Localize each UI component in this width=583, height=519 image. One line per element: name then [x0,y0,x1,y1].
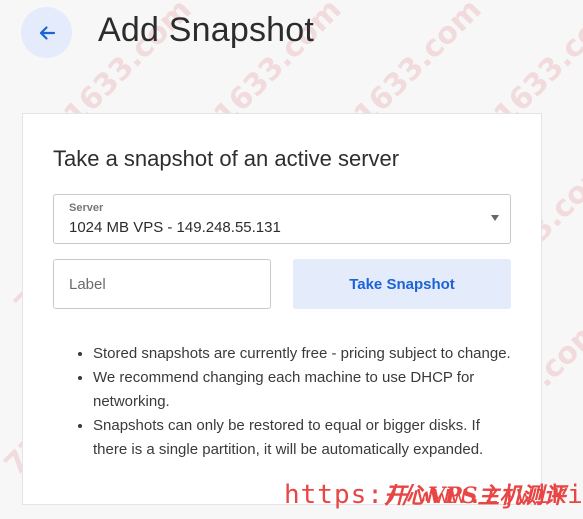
server-select-label: Server [69,202,104,214]
list-item: We recommend changing each machine to us… [93,366,515,414]
snapshot-card: Take a snapshot of an active server Serv… [22,113,542,505]
take-snapshot-button[interactable]: Take Snapshot [293,259,511,309]
notes-list: Stored snapshots are currently free - pr… [75,342,515,462]
list-item: Snapshots can only be restored to equal … [93,414,515,462]
card-heading: Take a snapshot of an active server [53,146,400,171]
page: 771633.com 771633.com 771633.com 771633.… [0,0,583,519]
server-select[interactable]: Server 1024 MB VPS - 149.248.55.131 [53,194,511,244]
caret-down-icon [491,215,499,221]
arrow-left-icon [39,25,55,40]
server-select-value: 1024 MB VPS - 149.248.55.131 [69,219,281,236]
label-input[interactable] [53,259,271,309]
list-item: Stored snapshots are currently free - pr… [93,342,515,366]
page-title: Add Snapshot [98,11,315,49]
back-button[interactable] [21,7,72,58]
